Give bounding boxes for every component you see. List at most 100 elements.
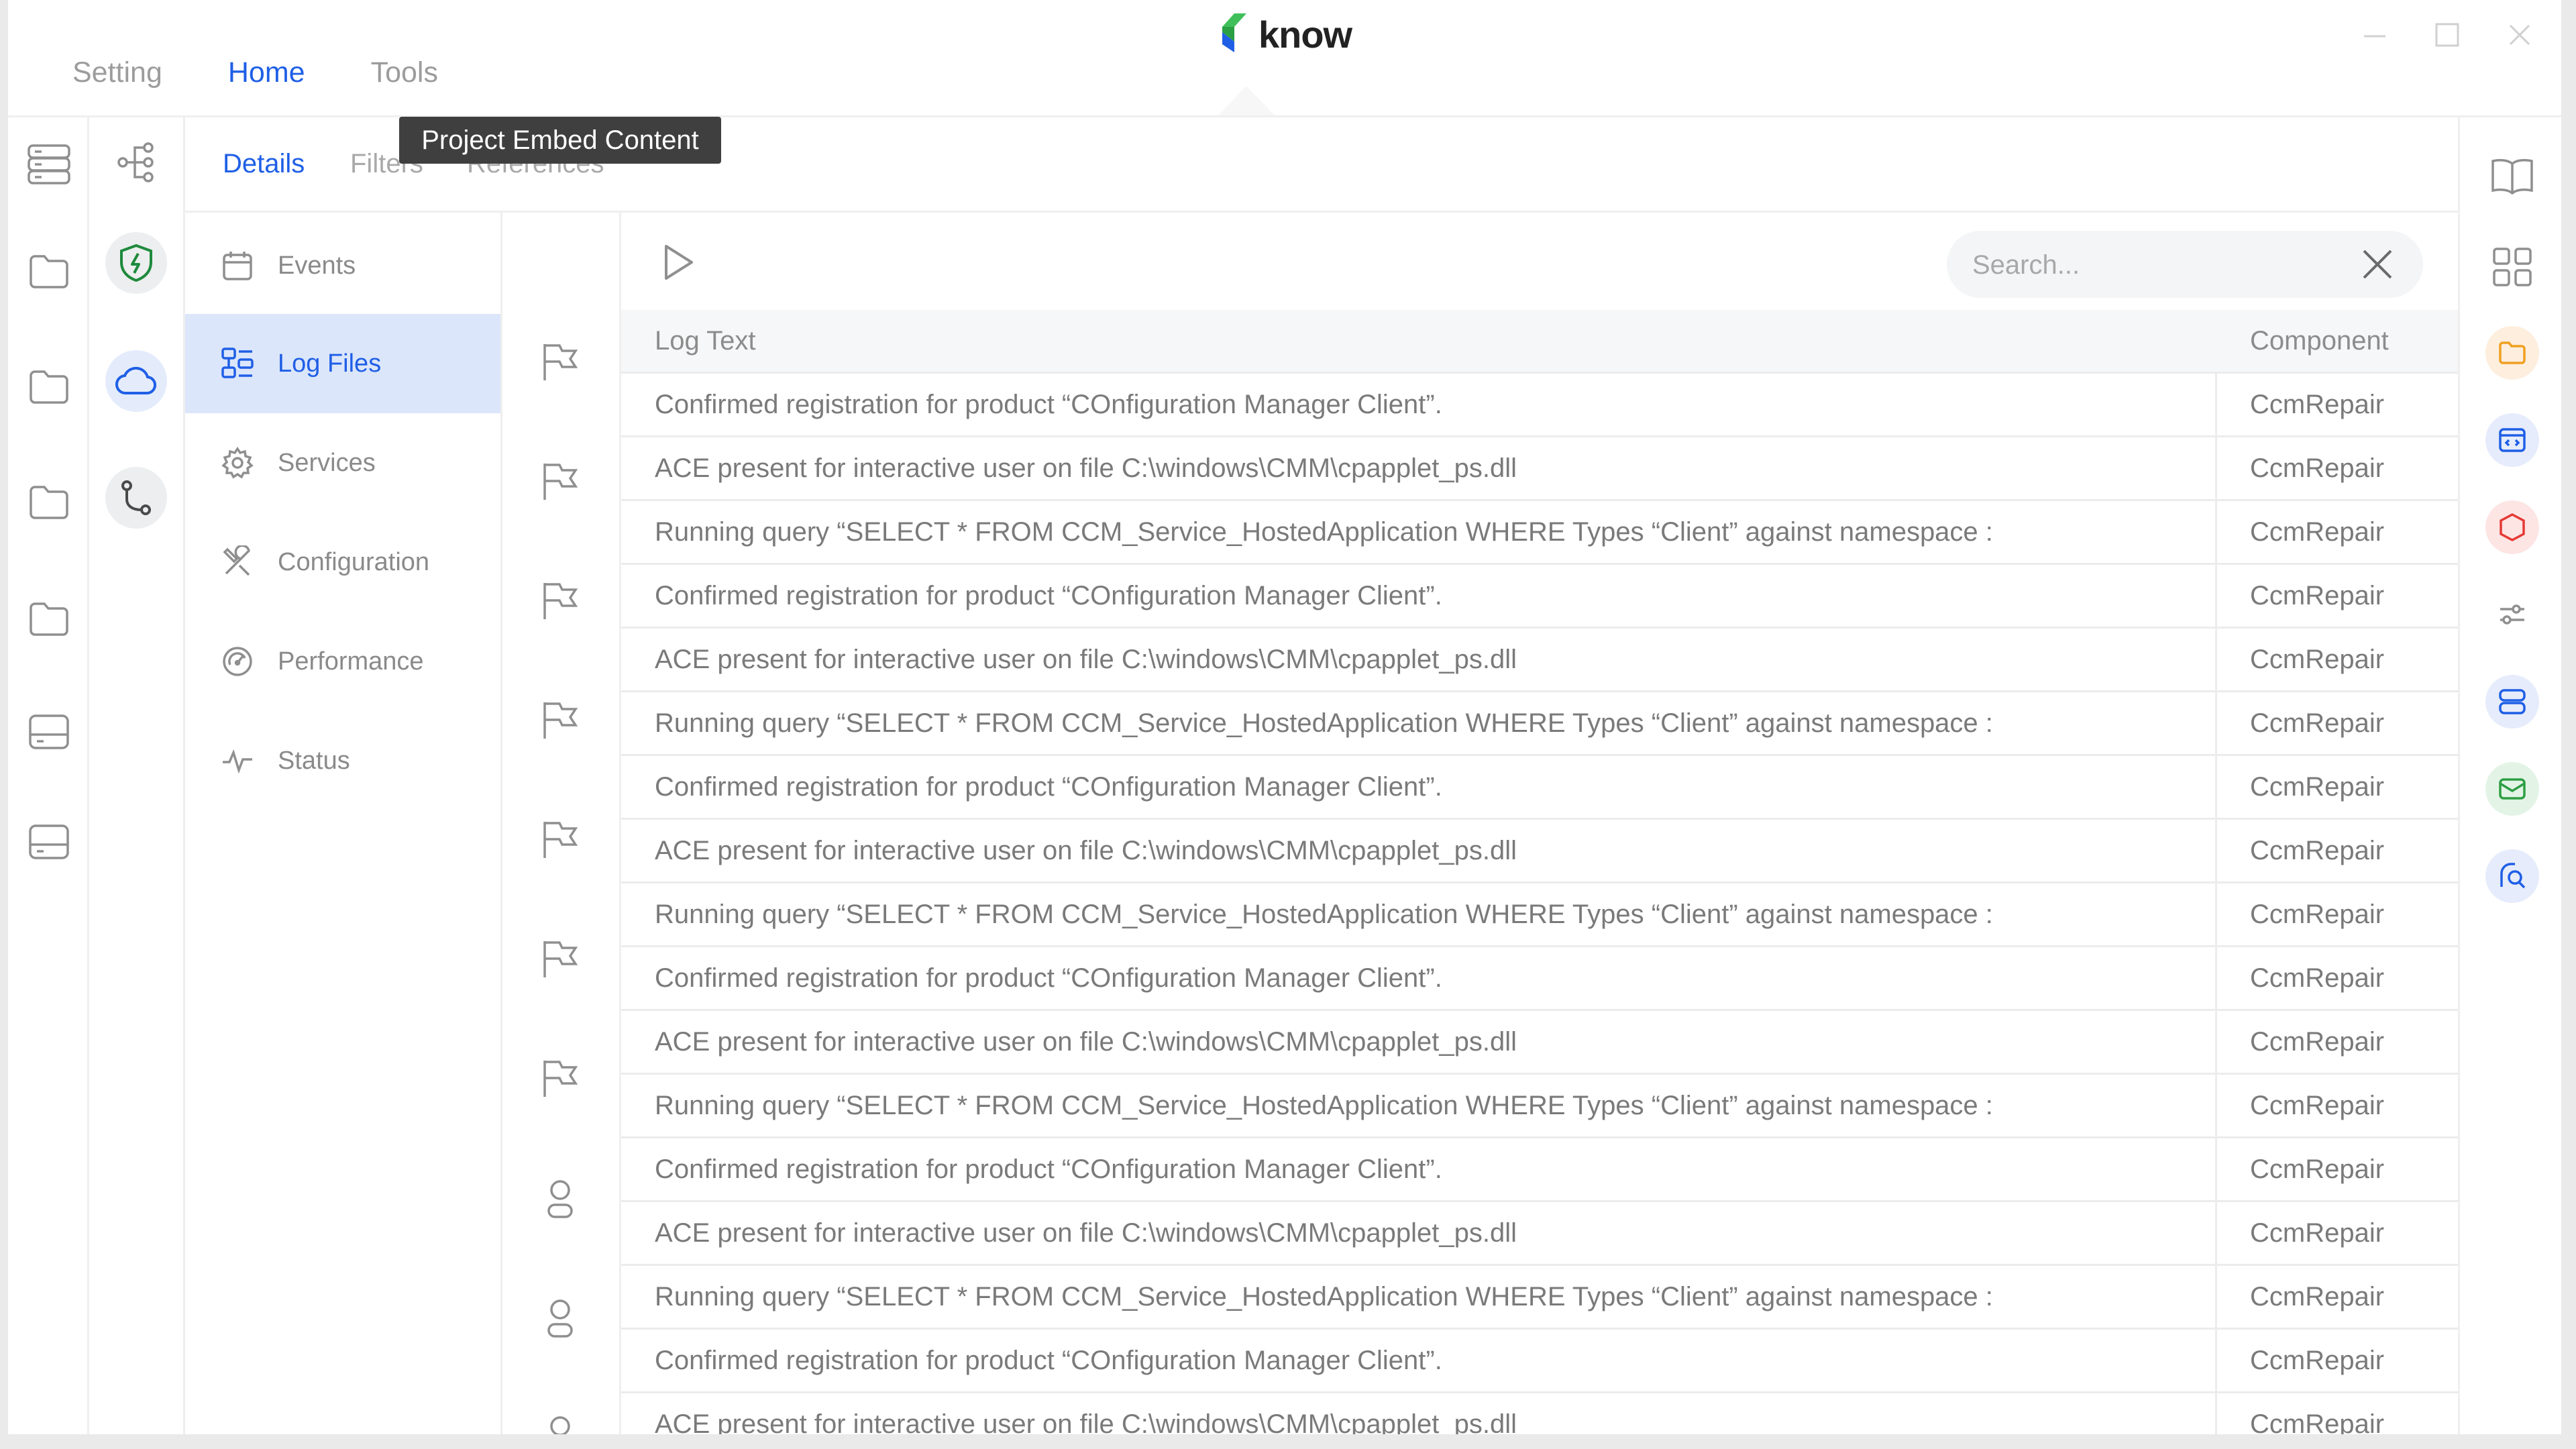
user-icon[interactable] bbox=[536, 1175, 584, 1224]
play-icon[interactable] bbox=[655, 239, 702, 286]
menu-item-performance[interactable]: Performance bbox=[185, 612, 500, 711]
component-cell: CcmRepair bbox=[2250, 1282, 2385, 1311]
server-stack-icon[interactable] bbox=[24, 140, 74, 189]
table-body: Confirmed registration for product “COnf… bbox=[621, 374, 2458, 1434]
hard-drive-icon[interactable] bbox=[24, 817, 74, 867]
chat-search-icon[interactable] bbox=[2485, 849, 2539, 903]
log-text-cell: Running query “SELECT * FROM CCM_Service… bbox=[655, 517, 1993, 547]
nav-home[interactable]: Home bbox=[228, 56, 305, 89]
component-cell: CcmRepair bbox=[2250, 453, 2385, 483]
log-text-cell: Confirmed registration for product “COnf… bbox=[655, 390, 1442, 419]
folder-icon[interactable] bbox=[24, 362, 74, 412]
nav-setting[interactable]: Setting bbox=[72, 56, 162, 89]
table-row[interactable]: Confirmed registration for product “COnf… bbox=[621, 1138, 2458, 1202]
flag-icon[interactable] bbox=[536, 577, 584, 625]
menu-item-events[interactable]: Events bbox=[185, 216, 500, 315]
tab-details[interactable]: Details bbox=[223, 149, 305, 179]
table-row[interactable]: Confirmed registration for product “COnf… bbox=[621, 756, 2458, 820]
gear-icon bbox=[219, 444, 256, 482]
flag-icon[interactable] bbox=[536, 458, 584, 506]
flag-icon[interactable] bbox=[536, 1055, 584, 1103]
search-input[interactable] bbox=[1971, 243, 2349, 287]
email-icon[interactable] bbox=[2485, 762, 2539, 816]
menu-item-configuration[interactable]: Configuration bbox=[185, 513, 500, 612]
table-row[interactable]: Confirmed registration for product “COnf… bbox=[621, 374, 2458, 437]
column-header-component[interactable]: Component bbox=[2250, 326, 2389, 356]
log-text-cell: ACE present for interactive user on file… bbox=[655, 1027, 1517, 1057]
branch-icon[interactable] bbox=[105, 467, 167, 529]
user-icon[interactable] bbox=[536, 1295, 584, 1343]
flag-icon[interactable] bbox=[536, 935, 584, 983]
tooltip: Project Embed Content bbox=[399, 117, 721, 164]
shield-icon[interactable] bbox=[105, 232, 167, 294]
flag-icon[interactable] bbox=[536, 338, 584, 386]
folder-icon[interactable] bbox=[2485, 326, 2539, 380]
log-text-cell: Confirmed registration for product “COnf… bbox=[655, 963, 1442, 993]
component-cell: CcmRepair bbox=[2250, 1091, 2385, 1120]
log-text-cell: Confirmed registration for product “COnf… bbox=[655, 1155, 1442, 1184]
table-row[interactable]: Running query “SELECT * FROM CCM_Service… bbox=[621, 501, 2458, 565]
hard-drive-icon[interactable] bbox=[24, 707, 74, 757]
book-icon[interactable] bbox=[2485, 149, 2539, 203]
table-row[interactable]: ACE present for interactive user on file… bbox=[621, 629, 2458, 692]
component-cell: CcmRepair bbox=[2250, 581, 2385, 610]
table-row[interactable]: Confirmed registration for product “COnf… bbox=[621, 565, 2458, 629]
hierarchy-icon[interactable] bbox=[105, 131, 167, 193]
table-header: Log Text Component bbox=[621, 310, 2458, 374]
component-cell: CcmRepair bbox=[2250, 1155, 2385, 1184]
table-row[interactable]: ACE present for interactive user on file… bbox=[621, 437, 2458, 501]
folder-icon[interactable] bbox=[24, 247, 74, 297]
table-row[interactable]: Confirmed registration for product “COnf… bbox=[621, 1330, 2458, 1393]
table-row[interactable]: Running query “SELECT * FROM CCM_Service… bbox=[621, 1266, 2458, 1330]
logo-notch bbox=[1218, 86, 1275, 115]
table-row[interactable]: ACE present for interactive user on file… bbox=[621, 1393, 2458, 1434]
table-row[interactable]: ACE present for interactive user on file… bbox=[621, 1011, 2458, 1075]
top-nav: Setting Home Tools bbox=[72, 56, 438, 89]
flag-icon[interactable] bbox=[536, 696, 584, 745]
cloud-icon[interactable] bbox=[105, 350, 167, 412]
menu-item-services[interactable]: Services bbox=[185, 413, 500, 513]
table-row[interactable]: Running query “SELECT * FROM CCM_Service… bbox=[621, 692, 2458, 756]
minimize-icon[interactable] bbox=[2359, 19, 2391, 51]
side-menu: Events Log Files Services Configuration … bbox=[185, 211, 502, 1434]
log-text-cell: ACE present for interactive user on file… bbox=[655, 1218, 1517, 1248]
menu-label: Log Files bbox=[278, 349, 382, 378]
right-rail bbox=[2458, 115, 2561, 1434]
table-row[interactable]: Confirmed registration for product “COnf… bbox=[621, 947, 2458, 1011]
component-cell: CcmRepair bbox=[2250, 1346, 2385, 1375]
user-icon[interactable] bbox=[536, 1411, 584, 1434]
table-row[interactable]: Running query “SELECT * FROM CCM_Service… bbox=[621, 1075, 2458, 1138]
log-files-icon bbox=[219, 345, 256, 382]
close-window-icon[interactable] bbox=[2504, 19, 2536, 51]
menu-item-log-files[interactable]: Log Files bbox=[185, 314, 500, 413]
log-table: Log Text Component Confirmed registratio… bbox=[621, 310, 2458, 1434]
log-text-cell: ACE present for interactive user on file… bbox=[655, 453, 1517, 483]
menu-item-status[interactable]: Status bbox=[185, 711, 500, 810]
table-row[interactable]: Running query “SELECT * FROM CCM_Service… bbox=[621, 883, 2458, 947]
nav-tools[interactable]: Tools bbox=[371, 56, 438, 89]
hexagon-icon[interactable] bbox=[2485, 500, 2539, 554]
calendar-icon bbox=[219, 247, 256, 284]
log-text-cell: Running query “SELECT * FROM CCM_Service… bbox=[655, 708, 1993, 738]
folder-icon[interactable] bbox=[24, 478, 74, 527]
menu-label: Configuration bbox=[278, 547, 430, 576]
log-text-cell: ACE present for interactive user on file… bbox=[655, 645, 1517, 674]
component-cell: CcmRepair bbox=[2250, 772, 2385, 802]
column-header-log-text[interactable]: Log Text bbox=[655, 326, 756, 356]
table-row[interactable]: ACE present for interactive user on file… bbox=[621, 820, 2458, 883]
logo-text: know bbox=[1258, 13, 1352, 56]
main-content: Log Text Component Confirmed registratio… bbox=[621, 211, 2458, 1434]
table-row[interactable]: ACE present for interactive user on file… bbox=[621, 1202, 2458, 1266]
browser-icon[interactable] bbox=[2485, 413, 2539, 467]
pulse-icon bbox=[219, 742, 256, 780]
grid-icon[interactable] bbox=[2485, 240, 2539, 294]
folder-icon[interactable] bbox=[24, 594, 74, 644]
log-text-cell: Running query “SELECT * FROM CCM_Service… bbox=[655, 900, 1993, 929]
sliders-icon[interactable] bbox=[2485, 588, 2539, 641]
log-text-cell: Running query “SELECT * FROM CCM_Service… bbox=[655, 1091, 1993, 1120]
maximize-icon[interactable] bbox=[2431, 19, 2463, 51]
database-icon[interactable] bbox=[2485, 675, 2539, 729]
flag-icon[interactable] bbox=[536, 816, 584, 864]
clear-search-icon[interactable] bbox=[2359, 246, 2396, 283]
component-cell: CcmRepair bbox=[2250, 645, 2385, 674]
